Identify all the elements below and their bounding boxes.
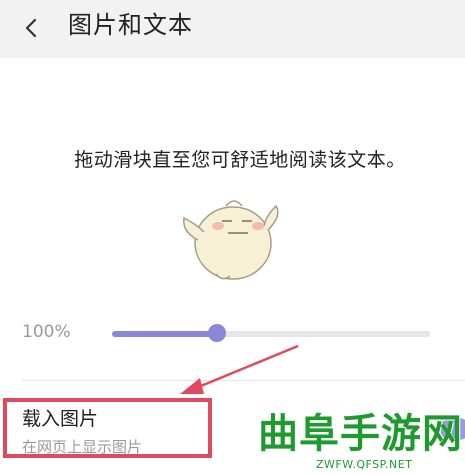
load-images-subtitle: 在网页上显示图片: [22, 438, 143, 456]
slider-fill: [112, 331, 217, 337]
back-button[interactable]: [12, 8, 52, 48]
text-size-slider[interactable]: [112, 324, 430, 342]
app-header: 图片和文本: [0, 0, 465, 58]
preview-text: 拖动滑块直至您可舒适地阅读该文本。: [74, 149, 406, 171]
slider-thumb[interactable]: [207, 324, 226, 342]
watermark-text: 曲阜手游网: [258, 411, 463, 457]
text-size-percentage: 100%: [22, 322, 71, 342]
mascot-illustration: [183, 200, 279, 280]
page-title: 图片和文本: [68, 11, 193, 39]
chevron-left-icon: [25, 18, 37, 38]
divider: [22, 380, 465, 381]
load-images-title: 载入图片: [22, 408, 99, 430]
watermark-url: ZWFW.QFSP.NET: [316, 458, 413, 471]
